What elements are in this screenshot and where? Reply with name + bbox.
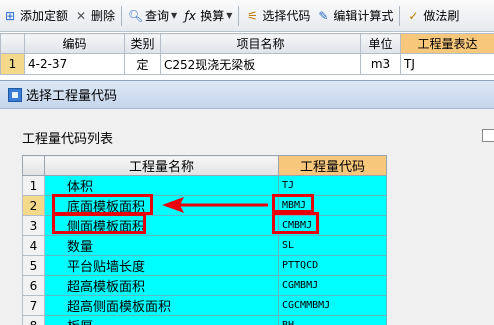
row-number: 1 [0,53,25,75]
toolbar: ⊞ 添加定额 ✕ 删除 🔍︎ 查询 ▼ ƒx 换算 ▼ ⚟ 选择代码 ✎ 编辑计… [0,0,494,32]
chevron-down-icon: ▼ [226,11,233,20]
method-brush-label: 做法刷 [423,9,460,23]
dialog-app-icon [8,87,22,102]
dialog-title: 选择工程量代码 [26,89,118,104]
list-row-number: 1 [22,175,45,196]
list-row-number: 7 [22,295,45,316]
list-row-number: 2 [22,195,45,216]
list-cell-code[interactable]: PTTQCD [278,255,387,276]
edit-formula-button[interactable]: ✎ 编辑计算式 [313,4,396,28]
grid-header-name[interactable]: 项目名称 [160,33,361,54]
list-cell-name[interactable]: 数量 [44,235,279,256]
table-row[interactable]: 1 4-2-37 定 C252现浇无梁板 m3 TJ [0,53,494,75]
list-item[interactable]: 4 数量 SL [22,235,387,256]
annotation-box-bottom-formwork-name [52,194,153,215]
list-item[interactable]: 1 体积 TJ [22,175,387,196]
list-header-name[interactable]: 工程量名称 [44,155,279,176]
cell-type[interactable]: 定 [124,53,161,75]
list-cell-code[interactable]: CGMBMJ [278,275,387,296]
brush-icon: ✓ [408,8,419,23]
add-quota-label: 添加定额 [20,9,69,23]
list-cell-name[interactable]: 超高侧面模板面积 [44,295,279,316]
grid-header-code[interactable]: 编码 [24,33,125,54]
code-list-label: 工程量代码列表 [22,132,114,147]
query-button[interactable]: 🔍︎ 查询 ▼ [125,4,180,28]
grid-header-unit[interactable]: 单位 [360,33,401,54]
option-checkbox[interactable] [482,129,494,142]
cell-unit[interactable]: m3 [360,53,401,75]
list-header-corner [22,155,45,176]
grid-header-type[interactable]: 类别 [124,33,161,54]
convert-button[interactable]: ƒx 换算 ▼ [180,4,235,28]
annotation-box-mbmj-code [272,194,314,213]
list-header-code[interactable]: 工程量代码 [278,155,387,176]
list-cell-name[interactable]: 平台贴墙长度 [44,255,279,276]
list-cell-name[interactable]: 板厚 [44,315,279,325]
annotation-box-cmbmj-code [272,212,319,234]
list-row-number: 6 [22,275,45,296]
code-list-table: 工程量名称 工程量代码 1 体积 TJ 2 底面模板面积 MBMJ 3 侧面模板… [22,155,387,325]
list-row-number: 4 [22,235,45,256]
list-cell-code[interactable]: TJ [278,175,387,196]
method-brush-button[interactable]: ✓ 做法刷 [403,4,462,28]
toolbar-separator [238,5,240,26]
select-code-button[interactable]: ⚟ 选择代码 [242,4,313,28]
select-code-label: 选择代码 [262,9,311,23]
delete-button[interactable]: ✕ 删除 [71,4,118,28]
list-cell-code[interactable]: SL [278,235,387,256]
list-cell-name[interactable]: 超高模板面积 [44,275,279,296]
grid-header-corner [0,33,25,54]
list-row-number: 8 [22,315,45,325]
edit-icon: ✎ [318,8,329,23]
add-row-icon: ⊞ [4,8,16,23]
list-cell-name[interactable]: 体积 [44,175,279,196]
delete-label: 删除 [91,9,116,23]
edit-formula-label: 编辑计算式 [333,9,394,23]
list-header-row: 工程量名称 工程量代码 [22,155,387,176]
dialog-title-bar[interactable]: 选择工程量代码 [0,81,494,109]
grid-header-row: 编码 类别 项目名称 单位 工程量表达 [0,33,494,54]
query-label: 查询 [145,9,170,23]
list-row-number: 5 [22,255,45,276]
annotation-box-side-formwork-name [52,213,146,234]
list-item[interactable]: 6 超高模板面积 CGMBMJ [22,275,387,296]
quota-grid: 编码 类别 项目名称 单位 工程量表达 1 4-2-37 定 C252现浇无梁板… [0,33,494,75]
chevron-down-icon: ▼ [171,11,178,20]
annotation-arrow-icon [162,197,268,213]
cell-name[interactable]: C252现浇无梁板 [160,53,361,75]
toolbar-separator [121,5,123,26]
cell-expr[interactable]: TJ [400,53,494,75]
list-item[interactable]: 5 平台贴墙长度 PTTQCD [22,255,387,276]
list-cell-code[interactable]: CGCMMBMJ [278,295,387,316]
delete-icon: ✕ [75,8,87,23]
search-icon: 🔍︎ [128,8,144,23]
select-code-icon: ⚟ [246,8,258,23]
list-item[interactable]: 8 板厚 BH [22,315,387,325]
cell-code[interactable]: 4-2-37 [24,53,125,75]
list-cell-code[interactable]: BH [278,315,387,325]
add-quota-button[interactable]: ⊞ 添加定额 [0,4,71,28]
grid-header-expr[interactable]: 工程量表达 [400,33,494,54]
convert-label: 换算 [200,9,225,23]
toolbar-separator [399,5,401,26]
list-item[interactable]: 7 超高侧面模板面积 CGCMMBMJ [22,295,387,316]
formula-icon: ƒx [184,8,196,23]
list-row-number: 3 [22,215,45,236]
